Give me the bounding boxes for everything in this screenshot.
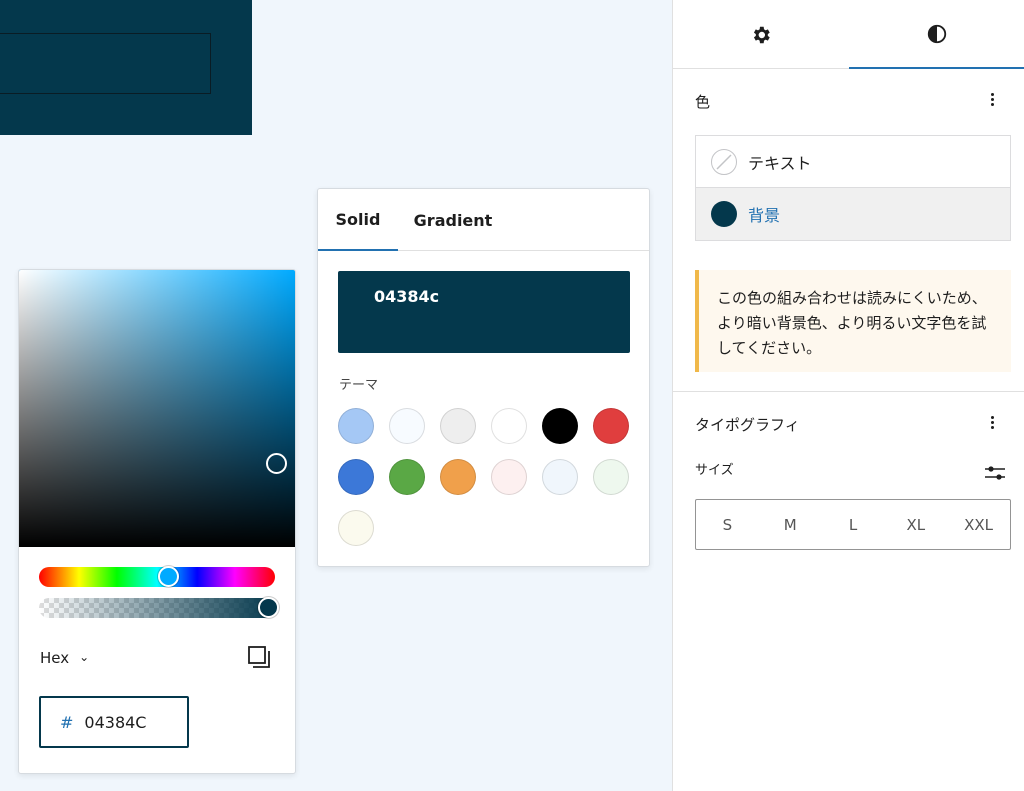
color-options-icon[interactable] (991, 91, 997, 108)
theme-color-swatch[interactable] (389, 459, 425, 495)
color-format-select[interactable]: Hex ⌄ (40, 649, 89, 667)
sidebar-tabs (673, 0, 1024, 69)
font-size-option[interactable]: L (822, 516, 885, 534)
sliders-icon[interactable] (984, 462, 1006, 484)
hex-value: 04384C (84, 712, 147, 732)
color-item-label: テキスト (748, 153, 812, 173)
tab-styles[interactable] (849, 0, 1024, 69)
contrast-warning: この色の組み合わせは読みにくいため、より暗い背景色、より明るい文字色を試してくだ… (695, 270, 1011, 372)
typography-section-title: タイポグラフィ (695, 416, 800, 434)
settings-sidebar: 色 テキスト 背景 この色の組み合わせは読みにくいため、より暗い背景色、より明る… (672, 0, 1024, 791)
tab-gradient[interactable]: Gradient (403, 189, 503, 251)
copy-icon[interactable] (247, 645, 273, 671)
color-picker-popover: Hex ⌄ # 04384C (18, 269, 296, 774)
theme-label: テーマ (339, 378, 379, 393)
inner-block[interactable] (0, 33, 211, 94)
theme-color-swatch[interactable] (542, 408, 578, 444)
chevron-down-icon: ⌄ (79, 650, 90, 664)
theme-color-swatch[interactable] (338, 510, 374, 546)
hex-prefix: # (60, 712, 74, 732)
theme-color-swatch[interactable] (440, 408, 476, 444)
color-format-label: Hex (40, 649, 70, 667)
hue-handle[interactable] (158, 566, 179, 587)
alpha-slider[interactable] (39, 598, 275, 618)
theme-color-swatch[interactable] (593, 459, 629, 495)
theme-color-swatch[interactable] (338, 459, 374, 495)
half-circle-icon (927, 24, 947, 43)
canvas-block[interactable] (0, 0, 252, 135)
color-list: テキスト 背景 (695, 135, 1011, 241)
alpha-fill (39, 598, 275, 618)
current-color-value: 04384c (374, 287, 440, 306)
current-color-swatch[interactable]: 04384c (338, 271, 630, 353)
font-size-option[interactable]: XXL (947, 516, 1010, 534)
font-size-option[interactable]: S (696, 516, 759, 534)
font-size-picker: S M L XL XXL (695, 499, 1011, 550)
theme-color-swatch[interactable] (440, 459, 476, 495)
color-item-text[interactable]: テキスト (696, 136, 1010, 188)
color-section-title: 色 (695, 93, 711, 111)
saturation-value-area[interactable] (19, 270, 295, 547)
saturation-handle[interactable] (266, 453, 287, 474)
theme-color-swatch[interactable] (491, 459, 527, 495)
alpha-handle[interactable] (258, 597, 279, 618)
color-indicator (711, 201, 737, 227)
empty-color-icon (711, 148, 737, 175)
tab-solid[interactable]: Solid (318, 189, 398, 251)
section-divider (673, 391, 1024, 392)
theme-color-swatch[interactable] (491, 408, 527, 444)
typography-options-icon[interactable] (991, 414, 997, 431)
hex-input[interactable]: # 04384C (39, 696, 189, 748)
font-size-option[interactable]: XL (884, 516, 947, 534)
hue-slider[interactable] (39, 567, 275, 587)
tab-settings[interactable] (673, 0, 849, 69)
color-item-label: 背景 (748, 206, 781, 225)
size-label: サイズ (695, 463, 734, 478)
theme-color-swatch[interactable] (338, 408, 374, 444)
gear-icon (753, 26, 770, 43)
color-type-tabs: Solid Gradient (318, 189, 649, 251)
font-size-option[interactable]: M (759, 516, 822, 534)
color-item-background[interactable]: 背景 (696, 188, 1010, 240)
theme-color-swatch[interactable] (542, 459, 578, 495)
theme-color-swatch[interactable] (389, 408, 425, 444)
theme-color-swatch[interactable] (593, 408, 629, 444)
color-palette-popover: Solid Gradient 04384c テーマ (317, 188, 650, 567)
